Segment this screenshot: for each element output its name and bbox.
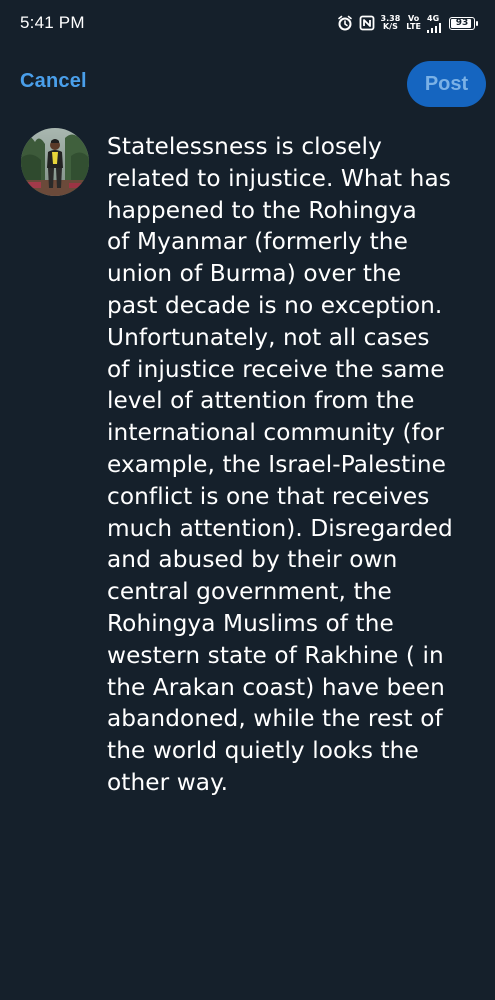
speed-unit: K/S — [382, 22, 398, 31]
status-time: 5:41 PM — [20, 13, 85, 32]
user-avatar[interactable] — [21, 128, 89, 196]
battery-level: 93 — [455, 18, 469, 28]
network-indicator: 4G — [427, 14, 443, 33]
volte-indicator: Vo LTE — [406, 15, 421, 31]
network-type: 4G — [427, 13, 440, 23]
alarm-icon — [337, 15, 353, 31]
status-icons: 3.38 K/S Vo LTE 4G 93 — [337, 12, 478, 34]
cancel-button[interactable]: Cancel — [20, 70, 87, 93]
tweet-compose-input[interactable]: Statelessness is closely related to inju… — [107, 131, 482, 799]
nfc-icon — [359, 15, 375, 31]
avatar-photo — [21, 128, 89, 196]
network-speed: 3.38 K/S — [381, 15, 401, 31]
status-bar: 5:41 PM 3.38 K/S Vo LTE 4G 93 — [0, 0, 495, 46]
post-button[interactable]: Post — [407, 61, 486, 107]
battery-icon: 93 — [449, 16, 478, 30]
signal-icon — [427, 22, 441, 33]
volte-bottom: LTE — [406, 22, 421, 31]
